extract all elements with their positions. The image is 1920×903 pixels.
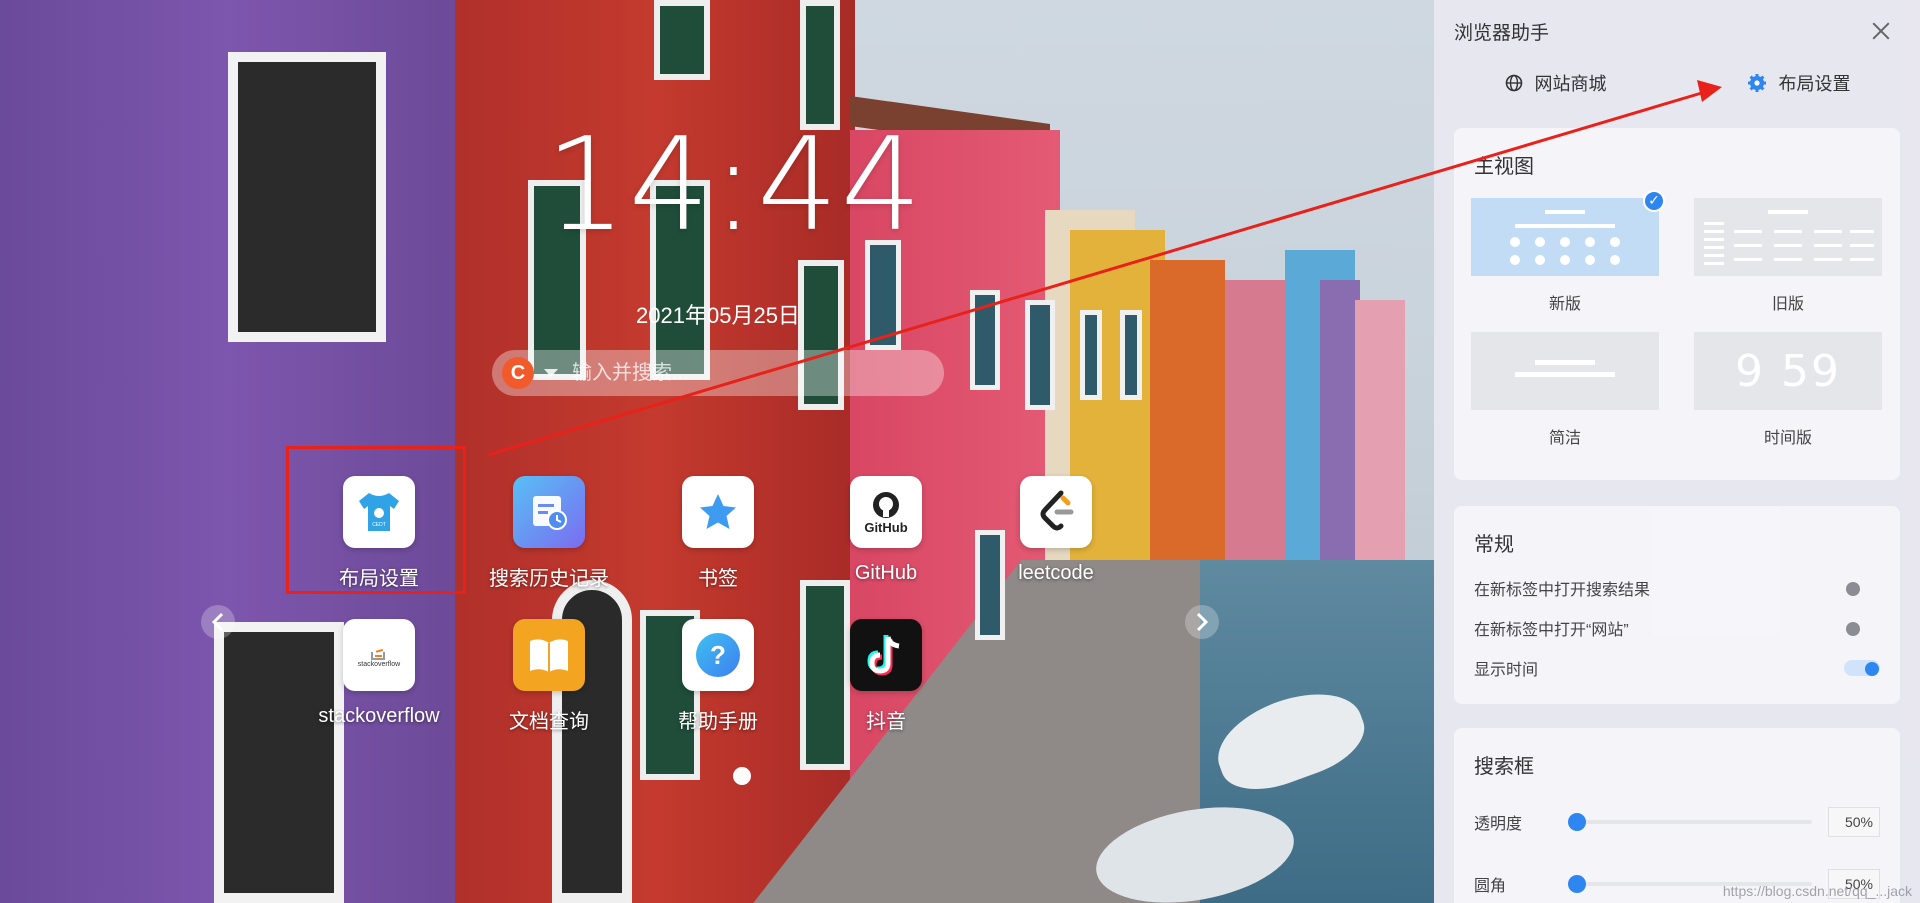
app-label: stackoverflow <box>318 705 440 727</box>
slider-handle[interactable] <box>1568 875 1586 893</box>
prev-page-button[interactable] <box>201 605 235 639</box>
window <box>1080 310 1102 400</box>
github-tile-text: GitHub <box>864 519 908 535</box>
stackoverflow-tile-text: stackoverflow <box>357 660 401 668</box>
slider-handle[interactable] <box>1568 813 1586 831</box>
app-leetcode[interactable]: leetcode <box>976 476 1136 606</box>
app-github[interactable]: GitHub GitHub <box>806 476 966 606</box>
window <box>1025 300 1055 410</box>
setting-row: 在新标签中打开搜索结果 <box>1474 568 1880 608</box>
next-page-button[interactable] <box>1185 605 1219 639</box>
app-label: GitHub <box>854 562 918 584</box>
view-preview <box>1694 198 1882 276</box>
help-icon: ? <box>682 619 754 691</box>
book-icon <box>513 619 585 691</box>
search-bar: C <box>492 350 944 396</box>
app-label: 帮助手册 <box>678 711 758 733</box>
github-icon: GitHub <box>850 476 922 548</box>
view-option-simple[interactable]: 简洁 <box>1471 332 1659 448</box>
card-title: 主视图 <box>1474 156 1534 178</box>
grid-preview-icon <box>1510 210 1620 265</box>
app-douyin[interactable]: 抖音 <box>806 619 966 749</box>
browser-assistant-panel: 浏览器助手 网站商城 布局设置 主视图 ✓ 新版 旧版 简洁 9 59 时间版 … <box>1434 0 1920 903</box>
search-input[interactable] <box>572 361 912 385</box>
card-title: 搜索框 <box>1474 756 1534 778</box>
setting-row: 显示时间 <box>1474 648 1880 688</box>
open-website-new-tab-toggle[interactable] <box>1844 620 1880 636</box>
history-icon <box>513 476 585 548</box>
setting-label: 在新标签中打开搜索结果 <box>1474 582 1651 599</box>
app-label: 搜索历史记录 <box>489 568 609 590</box>
globe-icon <box>1505 74 1522 92</box>
window <box>654 0 710 80</box>
tab-label: 布局设置 <box>1778 74 1851 94</box>
page-indicator-dot[interactable] <box>733 767 751 785</box>
option-label: 新版 <box>1548 296 1581 313</box>
list-preview-icon <box>1704 210 1874 265</box>
panel-header: 浏览器助手 <box>1434 0 1920 62</box>
window <box>1120 310 1142 400</box>
opacity-value[interactable]: 50% <box>1828 807 1880 837</box>
gear-icon <box>1747 74 1766 92</box>
tiktok-icon <box>850 619 922 691</box>
setting-row: 在新标签中打开“网站” <box>1474 608 1880 648</box>
panel-title: 浏览器助手 <box>1454 22 1550 44</box>
app-label: leetcode <box>1018 562 1094 584</box>
option-label: 时间版 <box>1763 430 1812 447</box>
clock-time: 14:44 <box>545 111 924 260</box>
app-label: 文档查询 <box>509 711 589 733</box>
chevron-right-icon <box>1196 612 1209 632</box>
view-option-time[interactable]: 9 59 时间版 <box>1694 332 1882 448</box>
slider-row: 透明度 50% <box>1474 802 1880 842</box>
simple-preview-icon <box>1515 360 1615 377</box>
tab-website-store[interactable]: 网站商城 <box>1434 62 1677 104</box>
tab-layout-settings[interactable]: 布局设置 <box>1677 62 1920 104</box>
main-view-card: 主视图 ✓ 新版 旧版 简洁 9 59 时间版 <box>1454 128 1900 480</box>
window <box>228 52 386 342</box>
open-search-new-tab-toggle[interactable] <box>1844 580 1880 596</box>
view-option-old[interactable]: 旧版 <box>1694 198 1882 314</box>
app-bookmarks[interactable]: 书签 <box>638 476 798 606</box>
app-label: 抖音 <box>866 711 906 733</box>
pink-building-3 <box>1355 300 1405 600</box>
time-preview-text: 9 59 <box>1735 345 1841 397</box>
app-doc-search[interactable]: 文档查询 <box>469 619 629 749</box>
chevron-down-icon[interactable] <box>544 369 558 377</box>
window <box>970 290 1000 390</box>
app-stackoverflow[interactable]: stackoverflow stackoverflow <box>299 619 459 749</box>
help-tile-text: ? <box>696 633 740 677</box>
general-card: 常规 在新标签中打开搜索结果 在新标签中打开“网站” 显示时间 <box>1454 506 1900 704</box>
chevron-left-icon <box>211 612 224 632</box>
view-option-new[interactable]: ✓ 新版 <box>1471 190 1665 314</box>
view-preview: ✓ <box>1471 190 1665 276</box>
card-title: 常规 <box>1474 534 1514 556</box>
show-time-toggle[interactable] <box>1844 660 1880 676</box>
view-preview <box>1471 332 1659 410</box>
tab-label: 网站商城 <box>1534 74 1607 94</box>
option-label: 旧版 <box>1771 296 1804 313</box>
leetcode-icon <box>1020 476 1092 548</box>
setting-label: 在新标签中打开“网站” <box>1474 622 1629 639</box>
star-icon <box>682 476 754 548</box>
check-icon: ✓ <box>1643 190 1665 212</box>
view-preview: 9 59 <box>1694 332 1882 410</box>
watermark: https://blog.csdn.net/qq_...jack <box>1722 883 1912 899</box>
slider-label: 圆角 <box>1474 878 1507 895</box>
app-search-history[interactable]: 搜索历史记录 <box>469 476 629 606</box>
panel-tabs: 网站商城 布局设置 <box>1434 62 1920 104</box>
app-label: 书签 <box>698 568 738 590</box>
slider-label: 透明度 <box>1474 816 1523 833</box>
close-icon[interactable] <box>1870 20 1892 42</box>
opacity-slider[interactable] <box>1568 813 1812 831</box>
app-help-manual[interactable]: ? 帮助手册 <box>638 619 798 749</box>
setting-label: 显示时间 <box>1474 662 1539 679</box>
option-label: 简洁 <box>1548 430 1581 447</box>
highlight-box <box>286 446 466 594</box>
search-engine-logo[interactable]: C <box>502 357 534 389</box>
clock-date: 2021年05月25日 <box>636 303 800 328</box>
search-box-card: 搜索框 透明度 50% 圆角 50% <box>1454 728 1900 903</box>
stackoverflow-icon: stackoverflow <box>343 619 415 691</box>
